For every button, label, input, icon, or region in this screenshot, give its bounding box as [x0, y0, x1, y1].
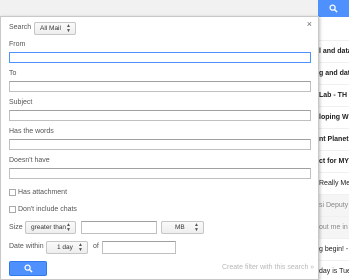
select-arrows-icon: ▲ ▼: [78, 242, 83, 253]
email-row[interactable]: ct for MY: [318, 150, 349, 172]
email-row[interactable]: day is Tue: [318, 260, 349, 280]
to-label: To: [9, 70, 17, 77]
has-attachment-checkbox[interactable]: Has attachment: [9, 189, 67, 196]
date-within-select[interactable]: 1 day ▲ ▼: [46, 241, 88, 254]
top-search-button[interactable]: [318, 0, 349, 17]
email-row[interactable]: Lab - TH: [318, 84, 349, 106]
size-unit-select[interactable]: MB ▲ ▼: [161, 221, 204, 234]
email-row[interactable]: nt Planet: [318, 128, 349, 150]
top-search-bar: [0, 0, 349, 17]
search-label: Search: [9, 24, 32, 31]
advanced-search-dialog: × Search All Mail ▲ ▼ From To Subject Has…: [0, 16, 319, 280]
select-arrows-icon: ▲ ▼: [66, 222, 71, 233]
has-words-field[interactable]: [9, 139, 311, 150]
search-button[interactable]: [9, 261, 47, 276]
size-value-field[interactable]: [81, 221, 157, 234]
email-row[interactable]: si Deputy: [318, 194, 349, 216]
search-scope-value: All Mail: [40, 25, 61, 32]
select-arrows-icon: ▲ ▼: [194, 222, 199, 233]
email-row[interactable]: g and dat: [318, 62, 349, 84]
search-scope-select[interactable]: All Mail ▲ ▼: [34, 22, 76, 35]
search-icon: [329, 4, 338, 13]
size-operator-select[interactable]: greater than ▲ ▼: [25, 221, 76, 234]
from-field[interactable]: [9, 52, 311, 63]
subject-label: Subject: [9, 99, 33, 106]
email-row[interactable]: l and data: [318, 40, 349, 62]
doesnt-have-field[interactable]: [9, 168, 311, 179]
email-row[interactable]: out me in: [318, 216, 349, 238]
create-filter-link[interactable]: Create filter with this search »: [222, 264, 314, 271]
of-label: of: [93, 243, 99, 250]
subject-field[interactable]: [9, 110, 311, 121]
date-field[interactable]: [102, 241, 176, 254]
to-field[interactable]: [9, 81, 311, 92]
dont-include-chats-checkbox[interactable]: Don't include chats: [9, 206, 77, 213]
email-list: l and data g and dat Lab - TH loping Wnt Pl…: [318, 40, 349, 280]
from-label: From: [9, 41, 26, 48]
has-words-label: Has the words: [9, 128, 54, 135]
doesnt-have-label: Doesn't have: [9, 157, 50, 164]
size-operator-value: greater than: [31, 224, 67, 231]
date-within-label: Date within: [9, 243, 44, 250]
size-unit-value: MB: [175, 224, 185, 231]
select-arrows-icon: ▲ ▼: [66, 23, 71, 34]
search-icon: [23, 264, 33, 273]
date-within-value: 1 day: [57, 244, 73, 251]
size-label: Size: [9, 224, 23, 231]
has-attachment-label: Has attachment: [18, 189, 68, 196]
checkbox-box[interactable]: [9, 206, 16, 213]
dont-include-chats-label: Don't include chats: [18, 206, 77, 213]
close-icon[interactable]: ×: [307, 19, 312, 29]
email-row[interactable]: loping W: [318, 106, 349, 128]
email-row[interactable]: g begin! -: [318, 238, 349, 260]
email-row[interactable]: Really Me: [318, 172, 349, 194]
checkbox-box[interactable]: [9, 189, 16, 196]
